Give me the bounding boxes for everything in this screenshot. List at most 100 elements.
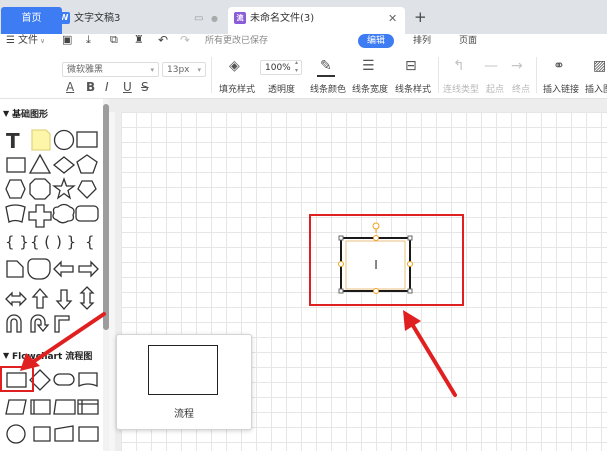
manual-input-shape-icon[interactable] [53,399,76,415]
rectangle-shape-icon[interactable] [76,131,98,148]
image-icon[interactable]: ▨ [593,58,606,74]
left-arrow-shape-icon[interactable] [53,260,74,278]
share-icon[interactable]: ⧉ [110,33,118,47]
save-icon[interactable]: ▣ [62,33,72,47]
right-brace-shape-icon[interactable]: ) } [56,233,76,251]
connect-point-top[interactable] [373,235,379,241]
tab-label: 未命名文件(3) [250,13,315,24]
bold-icon[interactable]: B [86,80,95,94]
chevron-down-icon: ▾ [150,66,154,74]
opacity-input[interactable]: 100% ▴ ▾ [260,59,302,75]
connect-point-left[interactable] [338,261,344,267]
insert-image-label: 插入图 [585,85,607,95]
connector-type-icon[interactable]: ↰ [453,58,465,74]
tab-page[interactable]: 页面 [459,34,477,48]
chevron-down-icon: ▾ [197,66,201,74]
line-width-icon[interactable]: ☰ [362,58,375,74]
rounded-rect-shape-icon[interactable] [75,205,99,222]
shield-shape-icon[interactable] [77,180,97,199]
stepper-icon[interactable]: ▴ ▾ [295,59,298,75]
font-family-select[interactable]: 微软雅黑 ▾ [62,62,159,77]
brace-pair-shape-icon[interactable]: { } [5,233,29,251]
chevron-down-icon[interactable]: ∨ [40,34,45,48]
font-family-value: 微软雅黑 [67,65,104,75]
bracket-shape-icon[interactable]: { [85,233,95,251]
flowchart-shapes-grid [0,366,99,444]
collapse-triangle-icon[interactable]: ▼ [3,109,9,118]
start-line-icon[interactable]: — [484,58,498,74]
collapse-triangle-icon[interactable]: ▼ [3,351,9,360]
underline-icon[interactable]: U [123,80,132,94]
resize-handle-nw[interactable] [338,235,344,241]
sidebar-scrollbar-thumb[interactable] [103,104,109,330]
strikethrough-icon[interactable]: S [141,80,149,94]
tab-arrange[interactable]: 排列 [413,34,431,48]
basic-shapes-heading[interactable]: 基础图形 [12,107,48,120]
font-size-select[interactable]: 13px ▾ [162,62,206,77]
line-width-label: 线条宽度 [352,85,389,95]
tab-home[interactable]: 首页 [1,7,62,34]
cross-shape-icon[interactable] [28,204,52,228]
connector-shape-icon[interactable] [6,424,26,444]
cloud-shape-icon[interactable] [52,203,75,224]
stored-data-shape-icon[interactable] [33,426,51,442]
up-down-arrow-shape-icon[interactable] [79,286,95,310]
square-shape-icon[interactable] [6,157,26,173]
undo-icon[interactable]: ↶ [158,33,168,47]
hamburger-icon[interactable]: ☰ [6,34,15,48]
monitor-icon[interactable]: ▭ [194,7,203,31]
file-menu[interactable]: 文件 [18,34,38,48]
link-icon[interactable]: ⚭ [553,58,565,74]
font-size-value: 13px [167,65,190,75]
export-icon[interactable]: ⤓ [86,33,91,47]
resize-handle-se[interactable] [407,288,413,294]
diamond-shape-icon[interactable] [52,156,76,174]
triangle-shape-icon[interactable] [28,153,52,174]
note-shape-icon[interactable] [31,129,51,151]
end-arrow-icon[interactable]: → [511,58,523,74]
internal-storage-shape-icon[interactable] [77,399,99,415]
pen-icon[interactable]: ✎ [320,58,332,74]
format-painter-icon[interactable]: ♜ [134,33,144,47]
shape-library-sidebar: ▼ 基础图形 T { } { ( ) } {▼ Flowchart 流程图 [0,99,109,451]
display-shape-icon[interactable] [78,426,99,442]
end-label: 终点 [512,85,531,95]
left-right-arrow-shape-icon[interactable] [5,291,27,307]
fill-style-label: 填充样式 [219,85,256,95]
redo-icon[interactable]: ↷ [180,33,190,47]
font-color-icon[interactable]: A [66,80,74,94]
manual-operation-shape-icon[interactable] [54,425,74,442]
star-shape-icon[interactable] [52,177,76,200]
tab-edit[interactable]: 编辑 [358,34,394,48]
banner-shape-icon[interactable] [5,204,26,223]
opacity-value: 100% [265,63,291,73]
tab-writer-doc[interactable]: W 文字文稿3 ▭ ● [52,7,224,34]
resize-handle-ne[interactable] [407,235,413,241]
circle-shape-icon[interactable] [53,129,75,151]
line-style-icon[interactable]: ⊟ [405,58,417,74]
predefined-process-shape-icon[interactable] [30,399,51,415]
close-icon[interactable]: ✕ [388,7,397,31]
hexagon-shape-icon[interactable] [5,179,26,199]
resize-handle-sw[interactable] [338,288,344,294]
data-shape-icon[interactable] [5,399,27,415]
card-shape-icon[interactable] [6,260,24,278]
divider [536,57,537,93]
octagon-shape-icon[interactable] [29,178,51,200]
connect-point-right[interactable] [407,261,413,267]
italic-icon[interactable]: I [105,80,109,94]
tab-flowchart-file[interactable]: 流 未命名文件(3) ✕ [228,7,405,34]
right-arrow-shape-icon[interactable] [78,260,99,278]
down-arrow-shape-icon[interactable] [55,289,73,310]
fill-bucket-icon[interactable]: ◈ [229,58,240,74]
rotate-handle[interactable] [372,222,380,230]
pentagon-shape-icon[interactable] [76,154,98,174]
connect-point-bottom[interactable] [373,288,379,294]
tab-label: 文字文稿3 [74,13,121,24]
up-arrow-shape-icon[interactable] [31,288,49,309]
process-preview-shape [148,345,218,395]
text-shape-icon[interactable]: T [6,129,20,153]
new-tab-plus-icon[interactable]: + [414,9,427,25]
left-brace-shape-icon[interactable]: { ( [30,233,50,251]
tag-shape-icon[interactable] [27,258,51,280]
